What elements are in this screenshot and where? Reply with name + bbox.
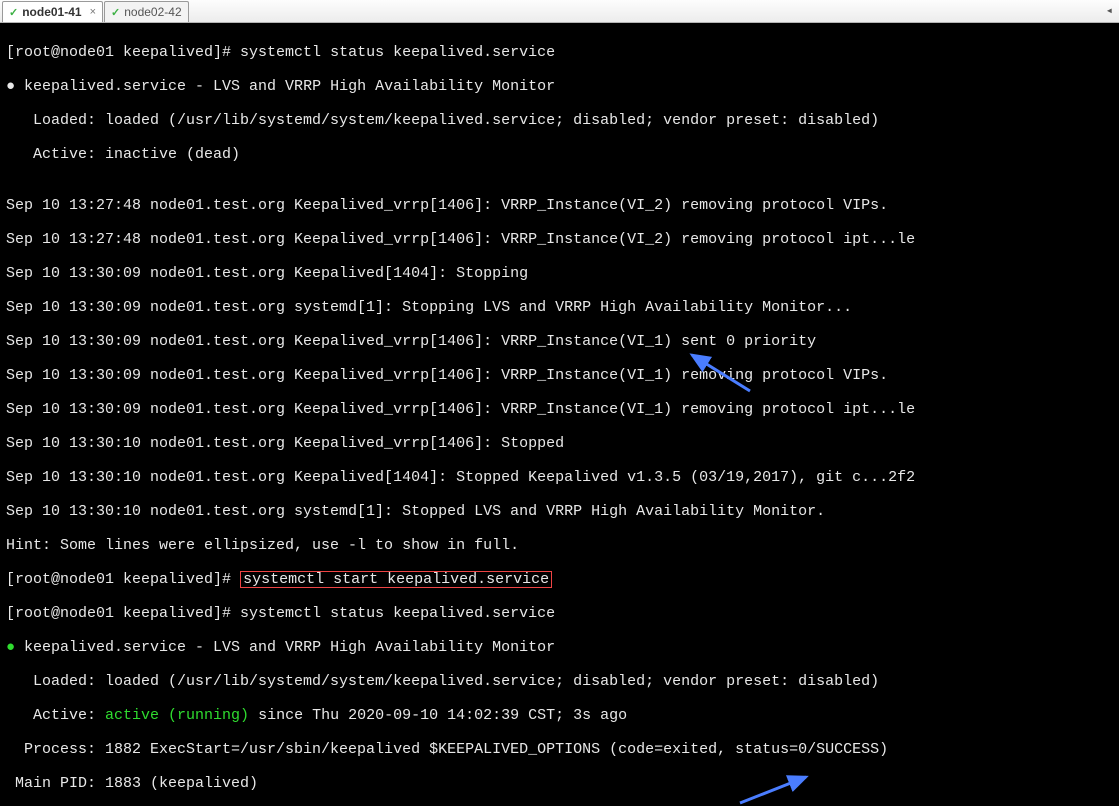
arrow-annotation-icon [740, 775, 810, 805]
command-pre [231, 571, 240, 588]
terminal-line: [root@node01 keepalived]# systemctl stat… [6, 44, 1113, 61]
tab-bar: ✓ node01-41 × ✓ node02-42 ◂ [0, 0, 1119, 23]
bullet-icon: ● [6, 78, 15, 95]
active-label: Active: [6, 707, 105, 724]
service-name: keepalived.service - LVS and VRRP High A… [15, 78, 555, 95]
active-running: active (running) [105, 707, 249, 724]
terminal-line: Sep 10 13:30:09 node01.test.org Keepaliv… [6, 367, 1113, 384]
terminal-line: Sep 10 13:30:09 node01.test.org Keepaliv… [6, 265, 1113, 282]
terminal-line: Active: inactive (dead) [6, 146, 1113, 163]
terminal-line: Sep 10 13:27:48 node01.test.org Keepaliv… [6, 197, 1113, 214]
terminal-line: Sep 10 13:30:09 node01.test.org Keepaliv… [6, 333, 1113, 350]
terminal-line: Main PID: 1883 (keepalived) [6, 775, 1113, 792]
command-text: systemctl status keepalived.service [231, 44, 555, 61]
prompt: [root@node01 keepalived]# [6, 44, 231, 61]
check-icon: ✓ [111, 6, 120, 19]
highlighted-command: systemctl start keepalived.service [240, 571, 552, 588]
terminal-line: Sep 10 13:30:10 node01.test.org systemd[… [6, 503, 1113, 520]
tab-nav-left-icon[interactable]: ◂ [1106, 3, 1113, 18]
terminal-line: [root@node01 keepalived]# systemctl star… [6, 571, 1113, 588]
tab-node01[interactable]: ✓ node01-41 × [2, 1, 103, 22]
tab-label: node01-41 [22, 5, 81, 19]
command-text: systemctl status keepalived.service [231, 605, 555, 622]
terminal-line: ● keepalived.service - LVS and VRRP High… [6, 78, 1113, 95]
terminal-line: ● keepalived.service - LVS and VRRP High… [6, 639, 1113, 656]
terminal-line: Hint: Some lines were ellipsized, use -l… [6, 537, 1113, 554]
terminal-line: Loaded: loaded (/usr/lib/systemd/system/… [6, 112, 1113, 129]
terminal-line: [root@node01 keepalived]# systemctl stat… [6, 605, 1113, 622]
prompt: [root@node01 keepalived]# [6, 605, 231, 622]
terminal-line: Sep 10 13:30:10 node01.test.org Keepaliv… [6, 469, 1113, 486]
terminal-line: Loaded: loaded (/usr/lib/systemd/system/… [6, 673, 1113, 690]
terminal-line: Sep 10 13:30:09 node01.test.org systemd[… [6, 299, 1113, 316]
terminal-line: Sep 10 13:30:09 node01.test.org Keepaliv… [6, 401, 1113, 418]
bullet-green-icon: ● [6, 639, 15, 656]
tab-node02[interactable]: ✓ node02-42 [104, 1, 189, 22]
tab-label: node02-42 [124, 5, 181, 19]
terminal-line: Sep 10 13:27:48 node01.test.org Keepaliv… [6, 231, 1113, 248]
terminal-viewport[interactable]: [root@node01 keepalived]# systemctl stat… [0, 23, 1119, 806]
terminal-line: Active: active (running) since Thu 2020-… [6, 707, 1113, 724]
terminal-line: Process: 1882 ExecStart=/usr/sbin/keepal… [6, 741, 1113, 758]
arrow-annotation-icon [690, 353, 750, 393]
check-icon: ✓ [9, 6, 18, 19]
terminal-line: Sep 10 13:30:10 node01.test.org Keepaliv… [6, 435, 1113, 452]
active-since: since Thu 2020-09-10 14:02:39 CST; 3s ag… [249, 707, 627, 724]
close-icon[interactable]: × [90, 6, 96, 18]
service-name: keepalived.service - LVS and VRRP High A… [15, 639, 555, 656]
prompt: [root@node01 keepalived]# [6, 571, 231, 588]
